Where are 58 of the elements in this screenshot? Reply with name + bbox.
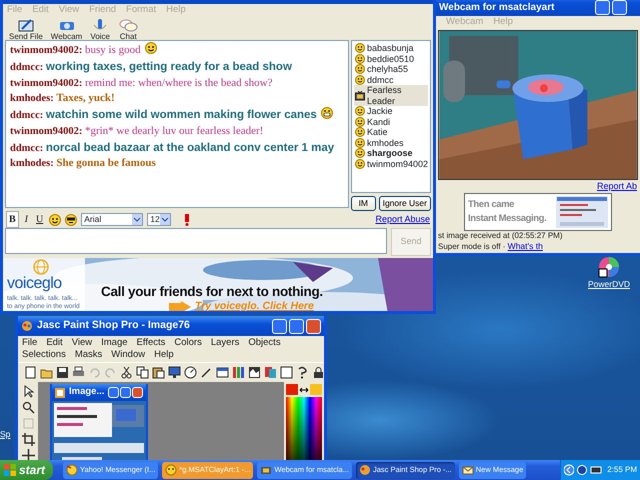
report-abuse-link[interactable]: Report Abuse [375, 212, 430, 226]
ad-text: Then came [468, 198, 516, 212]
underline-button[interactable]: U [34, 212, 46, 227]
ad-headline: Call your friends for next to nothing. [101, 284, 323, 299]
im-button[interactable]: IM [351, 196, 376, 211]
toolbar-button[interactable]: Send File [5, 17, 47, 39]
menu-item[interactable]: Help [154, 349, 174, 361]
toolbar-button[interactable]: Chat [114, 17, 142, 39]
user-item[interactable]: Fearless Leader [354, 85, 428, 106]
menu-item[interactable]: View [72, 337, 92, 349]
clock: 2:55 PM [607, 464, 637, 476]
menu-item[interactable]: File [22, 337, 38, 349]
chat-message: kmhodes: She gonna be famous [10, 156, 157, 172]
report-abuse-link[interactable]: Report Ab [596, 180, 637, 192]
user-item[interactable]: babasbunja [354, 43, 428, 54]
chat-message: kmhodes: Taxes, yuck! [10, 91, 116, 106]
menu-item[interactable]: Objects [248, 337, 281, 349]
ignore-user-button[interactable]: Ignore User [378, 196, 431, 211]
chat-message: twinmom94002: *grin* we dearly luv our fearless leader! [10, 124, 264, 139]
menu-item[interactable]: Masks [74, 349, 102, 361]
menu-item[interactable]: Edit [46, 337, 63, 349]
menu-item[interactable]: Colors [174, 337, 202, 349]
chat-message: ddmcc: watchin some wild wommen making flower canes [10, 107, 344, 124]
title-bar: Jasc Paint Shop Pro - Image76 [18, 316, 324, 336]
user-item[interactable]: ddmcc [354, 74, 428, 85]
icon-label[interactable]: Sp [0, 428, 10, 441]
title-bar: Webcam for msatclayart [436, 0, 640, 16]
toolbar-button[interactable]: Voice [86, 17, 114, 39]
user-item[interactable]: chelyha55 [354, 64, 428, 74]
ad-text: Instant Messaging. [468, 212, 546, 226]
chat-message: twinmom94002: remind me: when/where is the bead show? [10, 76, 274, 90]
menu-item[interactable]: Image [101, 337, 128, 349]
toolbar-button[interactable]: Webcam [46, 17, 86, 39]
chat-message: ddmcc: working taxes, getting ready for a bead show [10, 60, 293, 75]
help-link[interactable]: What's th [508, 241, 543, 251]
menu-item[interactable]: Effects [136, 337, 166, 349]
status-text: st image received at (02:55:27 PM) [438, 231, 563, 241]
title-bar: Image... [52, 384, 146, 401]
user-item[interactable]: Jackie [354, 106, 428, 116]
menu-item[interactable]: Window [111, 349, 146, 361]
icon-label[interactable]: PowerDVD [588, 278, 630, 291]
menu-item[interactable]: Layers [210, 337, 240, 349]
user-item[interactable]: shargoose [354, 148, 428, 158]
brand-logo: voiceglo [7, 275, 62, 293]
font-dropdown[interactable]: Arial [81, 213, 144, 226]
start-button[interactable]: start [0, 460, 54, 480]
status-text: Super mode is off · What's th [438, 241, 543, 252]
user-item[interactable]: Katie [354, 127, 428, 138]
user-item[interactable]: beddie0510 [354, 54, 428, 64]
user-item[interactable]: kmhodes [354, 138, 428, 148]
chat-message: twinmom94002: busy is good [10, 42, 344, 59]
italic-button[interactable]: I [22, 212, 30, 227]
chat-message: ddmcc: norcal bead bazaar at the oakland conv center 1 may [10, 140, 336, 156]
user-item[interactable]: twinmom94002 [354, 158, 428, 169]
menu-item[interactable]: Selections [22, 349, 66, 361]
user-item[interactable]: Kandi [354, 116, 428, 127]
bold-button[interactable]: B [6, 211, 19, 228]
size-dropdown[interactable]: 12 [147, 213, 172, 226]
